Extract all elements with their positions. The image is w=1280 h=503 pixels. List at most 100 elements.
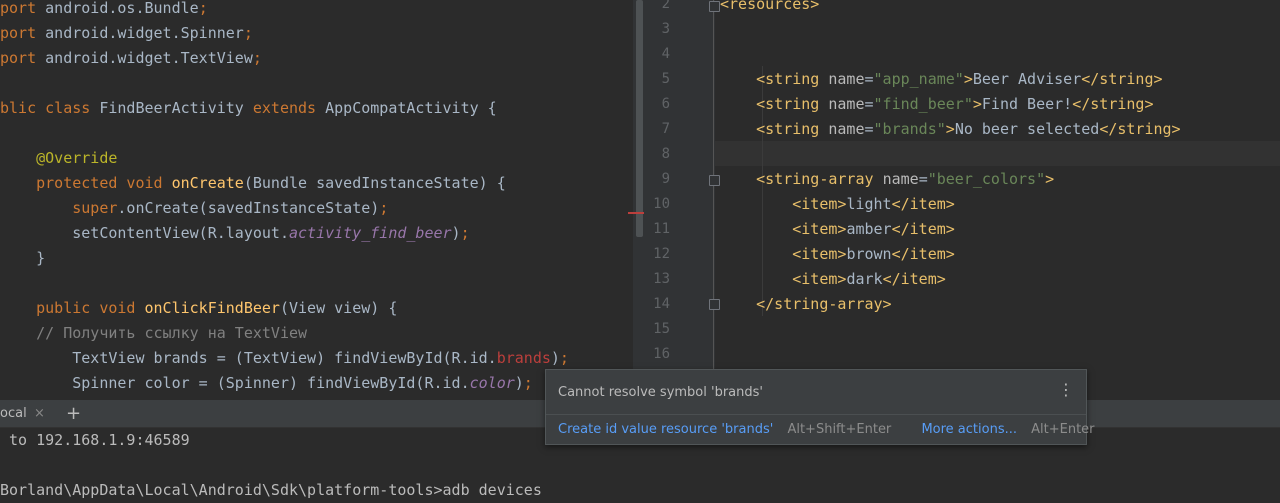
more-actions-link[interactable]: More actions... [921,422,1017,437]
code-token: "beer_colors" [927,170,1046,188]
java-editor-scroll-thumb[interactable] [636,0,643,237]
code-token: </item> [882,270,946,288]
code-token: Find Beer! [981,95,1073,113]
line-number: 9 [661,171,670,187]
code-token: </string> [1081,70,1163,88]
code-line: TextView brands = (TextView) findViewByI… [0,346,569,371]
code-line: <string name="app_name">Beer Adviser</st… [720,67,1163,92]
code-line: <item>amber</item> [720,217,955,242]
error-tooltip-popup: Cannot resolve symbol 'brands' ⋮ Create … [545,369,1095,445]
code-token: Spinner color = (Spinner) findViewById(R… [0,374,470,392]
code-token: ; [198,0,208,17]
code-token: ; [559,349,569,367]
code-line: <string name="find_beer">Find Beer!</str… [720,92,1153,117]
add-tab-icon[interactable]: + [66,400,81,427]
more-options-icon[interactable]: ⋮ [1058,382,1074,398]
code-token: ; [379,199,389,217]
code-token: port [0,0,37,17]
code-token: android.widget.Spinner [36,24,244,42]
code-line: </string-array> [720,292,892,317]
popup-divider [546,414,1086,415]
line-number: 16 [653,346,670,362]
code-token: </item> [891,220,955,238]
code-token: <item> [792,270,847,288]
code-token: <item> [792,245,847,263]
code-token: name [882,170,919,188]
code-token: name [828,70,865,88]
code-token: </string-array> [756,295,892,313]
code-token: ) [451,224,461,242]
code-token: <string [756,120,829,138]
code-token: = [864,95,874,113]
code-token: No beer selected [954,120,1100,138]
code-token: </item> [891,195,955,213]
code-token: public void [36,299,136,317]
fold-toggle-icon[interactable] [709,175,720,186]
code-token: ) [550,349,560,367]
error-message: Cannot resolve symbol 'brands' [558,385,763,400]
line-number: 8 [661,146,670,162]
code-line: <resources> [720,0,819,17]
code-token: dark [846,270,883,288]
terminal-line: Borland\AppData\Local\Android\Sdk\platfo… [0,481,542,499]
close-icon[interactable]: × [34,400,45,427]
code-token: = [864,120,874,138]
code-token: </string> [1099,120,1181,138]
line-number: 4 [661,46,670,62]
code-token: extends [252,99,317,117]
code-line: super.onCreate(savedInstanceState); [0,196,388,221]
line-number: 14 [653,296,670,312]
fold-toggle-icon[interactable] [709,299,720,310]
java-editor[interactable]: port android.os.Bundle; port android.widg… [0,0,633,400]
code-token: protected void [36,174,163,192]
code-token: } [0,249,46,267]
code-line: port android.widget.TextView; [0,46,262,71]
code-token: port [0,49,37,67]
code-token: <resources> [720,0,820,13]
code-token: @Override [36,149,118,167]
code-token: Beer Adviser [972,70,1082,88]
code-token: brown [846,245,892,263]
code-token: "brands" [873,120,946,138]
line-number: 3 [661,21,670,37]
code-token: ; [460,224,470,242]
code-token: > [972,95,982,113]
create-resource-shortcut: Alt+Shift+Enter [787,422,892,437]
line-number: 7 [661,121,670,137]
code-token: activity_find_beer [288,224,452,242]
code-token: > [945,120,955,138]
code-token: AppCompatActivity { [316,99,497,117]
code-line: public void onClickFindBeer(View view) { [0,296,397,321]
line-number: 11 [653,221,670,237]
code-token: "find_beer" [873,95,973,113]
line-number: 6 [661,96,670,112]
code-token: amber [846,220,892,238]
create-resource-action[interactable]: Create id value resource 'brands' [558,422,773,437]
code-token: (View view) { [279,299,398,317]
fold-toggle-icon[interactable] [709,1,720,12]
current-line-highlight [715,141,1280,166]
terminal-tab-local[interactable]: ocal [0,400,27,427]
code-line: blic class FindBeerActivity extends AppC… [0,96,497,121]
code-line: } [0,246,45,271]
error-stripe-marker[interactable] [628,212,644,214]
code-line: <item>light</item> [720,192,955,217]
code-token: // Получить ссылку на TextView [36,324,308,342]
unresolved-symbol: brands [496,349,551,367]
xml-editor[interactable]: 2 3 4 5 6 7 8 9 10 11 12 13 14 15 16 <resources> <stri… [645,0,1280,400]
code-token: TextView brands = (TextView) findViewByI… [0,349,497,367]
line-number-gutter: 2 3 4 5 6 7 8 9 10 11 12 13 14 15 16 [645,0,715,400]
code-token: ) [514,374,524,392]
code-token: <string [756,95,829,113]
